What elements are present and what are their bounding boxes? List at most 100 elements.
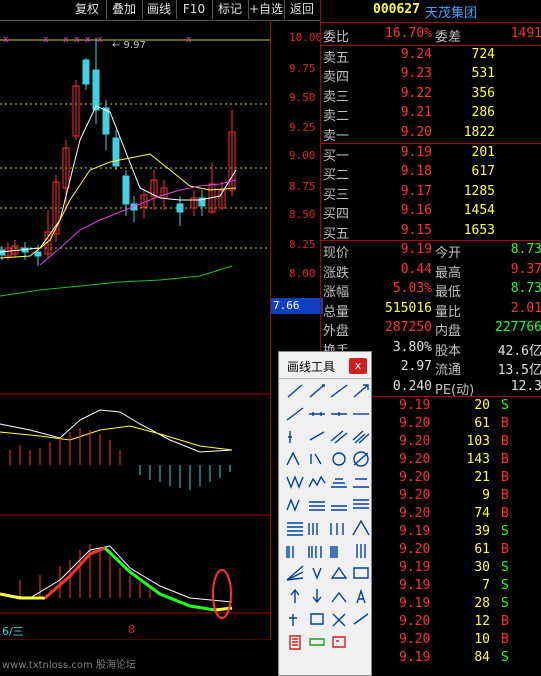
date-label-mid: 8 bbox=[128, 623, 135, 636]
draw-tools-palette[interactable]: 画线工具 x bbox=[278, 351, 372, 676]
stat-value: 9.37 bbox=[510, 261, 541, 277]
stock-code: 000627 bbox=[373, 2, 420, 17]
svg-text:x: x bbox=[97, 35, 103, 45]
draw-tool-icon[interactable] bbox=[329, 564, 349, 582]
trade-volume: 74 bbox=[474, 506, 490, 521]
palette-titlebar[interactable]: 画线工具 x bbox=[279, 352, 371, 379]
stat-value: 227766 bbox=[495, 320, 541, 335]
high-annotation: ← 9.97 bbox=[112, 40, 146, 51]
f10-button[interactable]: F10 bbox=[176, 0, 213, 19]
stat-value: 2.97 bbox=[400, 359, 432, 374]
draw-tool-icon[interactable] bbox=[351, 405, 371, 423]
draw-tool-icon[interactable] bbox=[307, 633, 327, 651]
svg-text:x: x bbox=[43, 35, 49, 45]
draw-tool-icon[interactable] bbox=[285, 610, 305, 628]
draw-tool-icon[interactable] bbox=[307, 473, 327, 491]
kline-chart[interactable]: xxxx xxx ← 9.97 6/三 8 bbox=[0, 20, 270, 641]
trade-price: 9.19 bbox=[399, 398, 431, 413]
draw-tool-icon[interactable] bbox=[351, 450, 371, 468]
stat-value: 5.03% bbox=[392, 281, 432, 296]
trade-side: B bbox=[501, 470, 509, 485]
draw-tool-icon[interactable] bbox=[329, 519, 349, 537]
draw-tool-icon[interactable] bbox=[307, 428, 327, 446]
draw-tool-icon[interactable] bbox=[285, 473, 305, 491]
bid-row: 买五 9.15 1653 bbox=[321, 223, 541, 242]
draw-tool-icon[interactable] bbox=[329, 587, 349, 605]
draw-tool-icon[interactable] bbox=[329, 496, 349, 514]
draw-tool-icon[interactable] bbox=[285, 633, 305, 651]
mark-button[interactable]: 标记 bbox=[212, 0, 249, 19]
back-button[interactable]: 返回 bbox=[284, 0, 321, 19]
ask-price: 9.22 bbox=[400, 85, 432, 101]
draw-tool-icon[interactable] bbox=[285, 564, 305, 582]
ask-volume: 724 bbox=[471, 47, 495, 62]
stat-value: 8.73 bbox=[510, 242, 541, 257]
close-button[interactable]: x bbox=[349, 358, 367, 374]
bid-price: 9.18 bbox=[400, 164, 432, 180]
stock-name: 天茂集团 bbox=[425, 6, 478, 21]
trade-volume: 7 bbox=[482, 578, 490, 593]
ask-row: 卖五 9.24 724 bbox=[321, 47, 541, 66]
draw-tool-icon[interactable] bbox=[329, 382, 349, 400]
draw-tool-icon[interactable] bbox=[285, 382, 305, 400]
draw-tool-icon[interactable] bbox=[307, 564, 327, 582]
draw-tool-icon[interactable] bbox=[307, 519, 327, 537]
bid-volume: 1454 bbox=[463, 203, 495, 219]
draw-tool-icon[interactable] bbox=[329, 428, 349, 446]
draw-tool-icon[interactable] bbox=[307, 587, 327, 605]
draw-tool-icon[interactable] bbox=[285, 428, 305, 446]
ask-label: 卖四 bbox=[323, 70, 350, 86]
ask-price: 9.20 bbox=[400, 124, 432, 140]
draw-tool-icon[interactable] bbox=[307, 405, 327, 423]
draw-tool-icon[interactable] bbox=[307, 610, 327, 628]
stat-row: 涨跌 0.44 最高 9.37 bbox=[321, 262, 541, 281]
draw-tool-icon[interactable] bbox=[285, 450, 305, 468]
trade-side: B bbox=[501, 434, 509, 449]
svg-text:x: x bbox=[3, 35, 9, 45]
trade-price: 9.20 bbox=[399, 416, 431, 431]
draw-tool-icon[interactable] bbox=[285, 519, 305, 537]
draw-tool-icon[interactable] bbox=[351, 496, 371, 514]
draw-tool-icon[interactable] bbox=[307, 382, 327, 400]
draw-tool-icon[interactable] bbox=[351, 610, 371, 628]
candles bbox=[0, 38, 236, 266]
stat-row: 涨幅 5.03% 最低 8.73 bbox=[321, 281, 541, 300]
draw-tool-icon[interactable] bbox=[351, 428, 371, 446]
bid-volume: 1653 bbox=[463, 222, 495, 238]
draw-tool-icon[interactable] bbox=[307, 450, 327, 468]
stat-label: 内盘 bbox=[435, 324, 462, 339]
draw-tool-icon[interactable] bbox=[329, 610, 349, 628]
draw-tool-icon[interactable] bbox=[351, 564, 371, 582]
draw-tool-icon[interactable] bbox=[285, 405, 305, 423]
draw-tool-icon[interactable] bbox=[351, 519, 371, 537]
draw-tool-icon[interactable] bbox=[307, 542, 327, 560]
overlay-button[interactable]: 叠加 bbox=[106, 0, 143, 19]
date-label-left: 6/三 bbox=[2, 625, 24, 638]
bid-volume: 201 bbox=[471, 145, 495, 160]
stat-value: 3.80% bbox=[392, 339, 432, 355]
draw-tool-icon[interactable] bbox=[351, 542, 371, 560]
draw-tool-icon[interactable] bbox=[307, 496, 327, 514]
highlight-circle bbox=[212, 569, 232, 619]
stat-value: 0.240 bbox=[392, 378, 432, 394]
draw-tool-icon[interactable] bbox=[329, 405, 349, 423]
bid-label: 买三 bbox=[323, 187, 350, 203]
axis-label: 9.25 bbox=[289, 121, 316, 134]
draw-tool-icon[interactable] bbox=[285, 496, 305, 514]
draw-tool-icon[interactable] bbox=[285, 587, 305, 605]
trade-volume: 103 bbox=[466, 434, 490, 449]
ask-row: 卖三 9.22 356 bbox=[321, 86, 541, 105]
trade-side: S bbox=[501, 560, 509, 575]
trade-side: B bbox=[501, 506, 509, 521]
draw-tool-icon[interactable] bbox=[329, 633, 349, 651]
draw-tool-icon[interactable] bbox=[351, 382, 371, 400]
draw-line-button[interactable]: 画线 bbox=[142, 0, 177, 19]
draw-tool-icon[interactable] bbox=[329, 450, 349, 468]
draw-tool-icon[interactable] bbox=[351, 587, 371, 605]
draw-tool-icon[interactable] bbox=[285, 542, 305, 560]
fuquan-button[interactable]: 复权 bbox=[68, 0, 107, 19]
draw-tool-icon[interactable] bbox=[329, 542, 349, 560]
add-watchlist-button[interactable]: +自选 bbox=[248, 0, 285, 19]
draw-tool-icon[interactable] bbox=[351, 473, 371, 491]
draw-tool-icon[interactable] bbox=[329, 473, 349, 491]
